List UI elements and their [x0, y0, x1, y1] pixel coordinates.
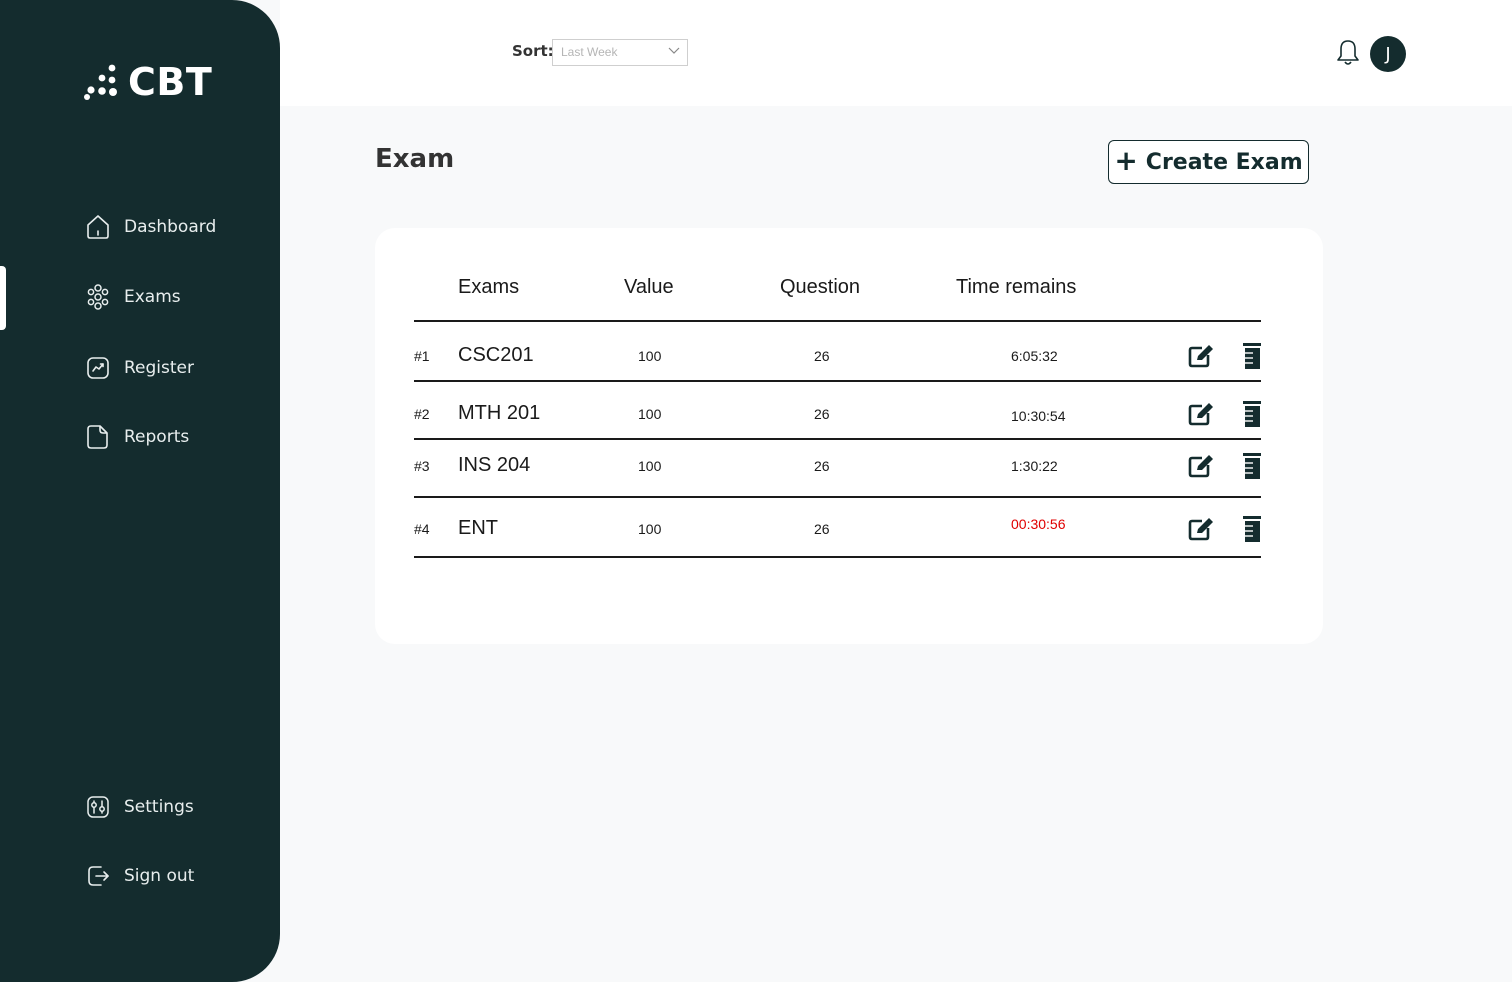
row-number: #4 — [414, 521, 430, 537]
sidebar-item-register[interactable]: Register — [86, 355, 194, 381]
top-bar: Sort: Last Week J — [280, 0, 1512, 106]
people-icon — [87, 284, 109, 310]
edit-icon[interactable] — [1187, 453, 1215, 479]
column-header-time-remains: Time remains — [956, 276, 1077, 298]
exam-value: 100 — [638, 521, 662, 537]
row-number: #1 — [414, 348, 430, 364]
delete-icon[interactable] — [1242, 342, 1262, 370]
question-count: 26 — [814, 458, 830, 474]
sidebar-item-label: Register — [124, 358, 194, 378]
sidebar-item-label: Sign out — [124, 866, 195, 886]
exam-value: 100 — [638, 406, 662, 422]
sidebar: CBT Dashboard Exams Register Reports Set… — [0, 0, 280, 982]
time-remains: 6:05:32 — [1011, 348, 1058, 364]
column-header-value: Value — [624, 276, 674, 298]
dots-logo-icon — [84, 64, 117, 100]
exam-name: CSC201 — [458, 344, 534, 366]
sort-dropdown[interactable]: Last Week — [552, 39, 688, 66]
time-remains: 00:30:56 — [1011, 516, 1066, 532]
sign-out-icon — [88, 866, 109, 886]
question-count: 26 — [814, 521, 830, 537]
exam-name: ENT — [458, 517, 498, 539]
sidebar-item-dashboard[interactable]: Dashboard — [86, 214, 216, 240]
create-exam-button[interactable]: + Create Exam — [1108, 140, 1309, 184]
sidebar-item-settings[interactable]: Settings — [86, 794, 194, 820]
edit-icon[interactable] — [1187, 516, 1215, 542]
row-divider — [414, 496, 1261, 498]
delete-icon[interactable] — [1242, 452, 1262, 480]
delete-icon[interactable] — [1242, 400, 1262, 428]
column-header-exams: Exams — [458, 276, 520, 298]
sidebar-item-exams[interactable]: Exams — [86, 284, 181, 310]
brand-logo[interactable]: CBT — [82, 60, 212, 104]
question-count: 26 — [814, 348, 830, 364]
sidebar-item-label: Settings — [124, 797, 194, 817]
avatar-initial: J — [1385, 43, 1391, 65]
edit-icon[interactable] — [1187, 343, 1215, 369]
sidebar-item-sign-out[interactable]: Sign out — [86, 863, 194, 889]
delete-icon[interactable] — [1242, 515, 1262, 543]
table-divider — [414, 320, 1261, 322]
sort-label: Sort: — [512, 42, 554, 60]
brand-name: CBT — [128, 60, 213, 104]
create-exam-label: Create Exam — [1145, 149, 1303, 175]
exam-value: 100 — [638, 458, 662, 474]
sidebar-item-label: Reports — [124, 427, 190, 447]
row-divider — [414, 380, 1261, 382]
row-divider — [414, 438, 1261, 440]
column-header-question: Question — [780, 276, 861, 298]
active-nav-indicator — [0, 266, 6, 330]
settings-icon — [87, 796, 109, 818]
sidebar-item-label: Dashboard — [124, 217, 217, 237]
row-divider — [414, 556, 1261, 558]
avatar[interactable]: J — [1370, 36, 1406, 72]
sort-value: Last Week — [561, 45, 618, 59]
edit-icon[interactable] — [1187, 401, 1215, 427]
plus-icon: + — [1114, 143, 1138, 177]
sidebar-item-reports[interactable]: Reports — [86, 424, 189, 450]
exam-value: 100 — [638, 348, 662, 364]
question-count: 26 — [814, 406, 830, 422]
home-icon — [87, 215, 109, 239]
bell-icon[interactable] — [1336, 38, 1360, 68]
time-remains: 1:30:22 — [1011, 458, 1058, 474]
exam-name: MTH 201 — [458, 402, 541, 424]
sidebar-item-label: Exams — [124, 287, 181, 307]
chevron-down-icon — [668, 47, 680, 54]
document-icon — [87, 425, 108, 449]
row-number: #2 — [414, 406, 430, 422]
time-remains: 10:30:54 — [1011, 408, 1066, 424]
row-number: #3 — [414, 458, 430, 474]
exam-name: INS 204 — [458, 454, 531, 476]
chart-icon — [87, 357, 109, 379]
page-title: Exam — [375, 144, 455, 174]
